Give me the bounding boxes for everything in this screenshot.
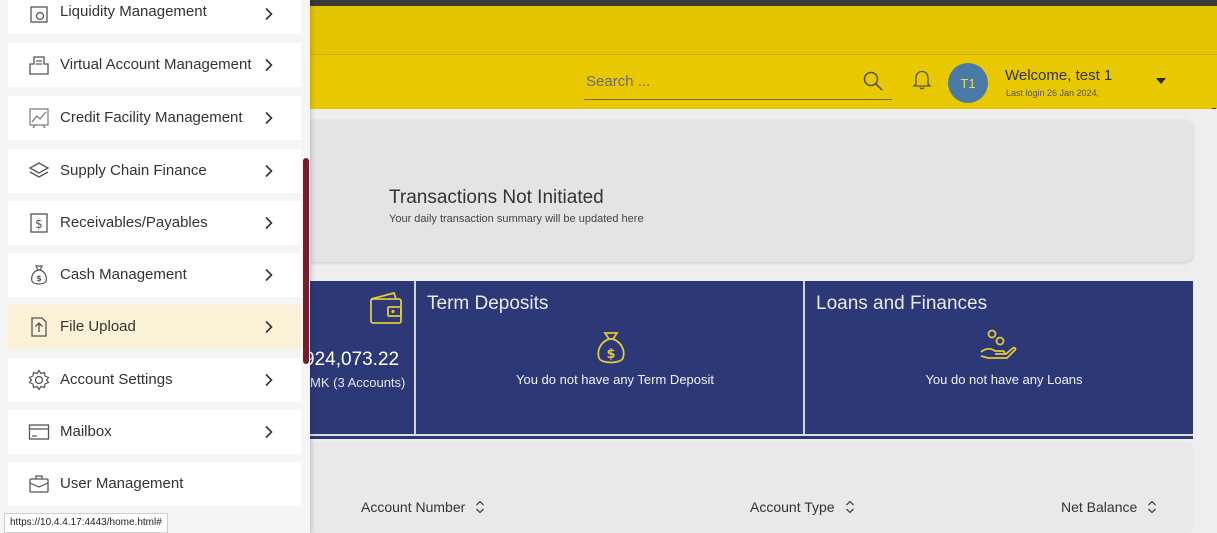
sidebar-item-label: Mailbox <box>60 423 112 440</box>
gear-icon <box>28 369 50 391</box>
sidebar-item-virtual-account-management[interactable]: Virtual Account Management <box>8 43 301 87</box>
chevron-right-icon <box>265 373 273 387</box>
layers-icon <box>28 162 50 178</box>
sidebar-item-user-management[interactable]: User Management <box>8 462 301 506</box>
sidebar-item-label: Virtual Account Management <box>60 56 252 73</box>
sidebar-item-cash-management[interactable]: $ Cash Management <box>8 253 301 297</box>
search-icon[interactable] <box>862 70 884 92</box>
sidebar-item-receivables-payables[interactable]: $ Receivables/Payables <box>8 201 301 245</box>
card-divider <box>414 281 416 434</box>
status-bar-url: https://10.4.4.17:4443/home.html# <box>4 513 168 533</box>
column-header-label: Net Balance <box>1061 499 1138 515</box>
money-bag-icon: $ <box>597 332 625 364</box>
search-input[interactable] <box>584 66 854 96</box>
term-deposits-message: You do not have any Term Deposit <box>515 372 715 387</box>
mailbox-icon <box>28 424 50 440</box>
loans-message: You do not have any Loans <box>925 372 1083 387</box>
overview-cards-underline <box>300 434 1193 439</box>
sidebar-item-label: User Management <box>60 475 184 492</box>
sidebar-item-label: Credit Facility Management <box>60 109 243 126</box>
sidebar-item-label: Cash Management <box>60 266 187 283</box>
sidebar-item-label: File Upload <box>60 318 136 335</box>
chevron-right-icon <box>265 268 273 282</box>
user-menu-chevron-down-icon[interactable] <box>1156 78 1166 84</box>
summary-subtitle: Your daily transaction summary will be u… <box>389 213 644 225</box>
sidebar-item-file-upload[interactable]: File Upload <box>8 305 301 349</box>
avatar[interactable]: T1 <box>948 63 988 103</box>
column-header-label: Account Type <box>750 499 835 515</box>
column-header-net-balance[interactable]: Net Balance <box>1061 499 1157 515</box>
column-header-account-number[interactable]: Account Number <box>361 499 485 515</box>
sort-icon[interactable] <box>1147 500 1157 514</box>
chevron-right-icon <box>265 216 273 230</box>
column-header-account-type[interactable]: Account Type <box>750 499 855 515</box>
briefcase-icon <box>29 475 49 493</box>
sidebar-item-label: Account Settings <box>60 371 173 388</box>
chevron-right-icon <box>265 7 273 21</box>
svg-text:$: $ <box>35 217 43 231</box>
sidebar-item-supply-chain-finance[interactable]: Supply Chain Finance <box>8 149 301 193</box>
sidebar-menu: Liquidity Management Virtual Account Man… <box>0 0 310 533</box>
file-upload-icon <box>31 317 47 337</box>
wallet-icon <box>370 291 402 324</box>
sidebar-item-credit-facility-management[interactable]: Credit Facility Management <box>8 96 301 140</box>
card-divider <box>803 281 805 434</box>
sidebar-item-label: Supply Chain Finance <box>60 162 207 179</box>
sidebar-scrollbar[interactable] <box>303 158 309 364</box>
chevron-right-icon <box>265 164 273 178</box>
term-deposits-title[interactable]: Term Deposits <box>427 293 548 315</box>
virtual-account-icon <box>29 56 49 75</box>
welcome-text: Welcome, test 1 <box>1005 67 1113 84</box>
sidebar-item-liquidity-management[interactable]: Liquidity Management <box>8 0 301 34</box>
sidebar-item-account-settings[interactable]: Account Settings <box>8 358 301 402</box>
sort-icon[interactable] <box>475 500 485 514</box>
summary-title: Transactions Not Initiated <box>389 187 604 208</box>
bell-icon[interactable] <box>912 68 932 90</box>
search-bar <box>584 66 892 100</box>
sort-icon[interactable] <box>845 500 855 514</box>
hand-coins-icon <box>980 329 1017 359</box>
sidebar-item-label: Receivables/Payables <box>60 214 208 231</box>
chevron-right-icon <box>265 111 273 125</box>
money-bag-icon: $ <box>31 265 47 285</box>
accounts-table <box>300 442 1193 533</box>
chevron-right-icon <box>265 320 273 334</box>
accounts-balance[interactable]: 924,073.22 <box>304 349 399 371</box>
sidebar-item-mailbox[interactable]: Mailbox <box>8 410 301 454</box>
column-header-label: Account Number <box>361 499 466 515</box>
chevron-right-icon <box>265 58 273 72</box>
svg-text:$: $ <box>36 274 42 283</box>
receipt-icon: $ <box>30 213 48 233</box>
loans-title[interactable]: Loans and Finances <box>816 293 987 315</box>
accounts-count: MK (3 Accounts) <box>310 375 406 390</box>
liquidity-icon <box>30 6 48 23</box>
last-login-text: Last login 26 Jan 2024, <box>1006 88 1100 98</box>
chevron-right-icon <box>265 425 273 439</box>
sidebar-item-label: Liquidity Management <box>60 3 207 20</box>
svg-text:$: $ <box>606 347 615 362</box>
chart-icon <box>29 108 49 129</box>
